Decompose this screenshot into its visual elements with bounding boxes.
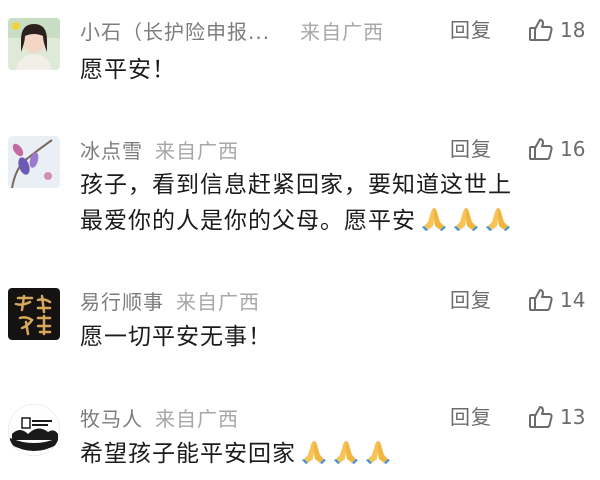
avatar[interactable] [8,404,60,456]
location-label: 来自广西 [300,19,385,44]
reply-button[interactable]: 回复 [450,284,492,316]
thumbs-up-icon [528,287,554,313]
like-button[interactable]: 13 [528,401,585,433]
folded-hands-icon [420,204,448,232]
nickname[interactable]: 易行顺事 [80,286,164,315]
like-button[interactable]: 16 [528,133,585,165]
comment-text: 愿一切平安无事！ [80,319,580,355]
like-count: 18 [560,18,586,42]
like-count: 16 [560,137,586,161]
location-label: 来自广西 [155,138,239,163]
like-button[interactable]: 18 [528,14,585,46]
nickname[interactable]: 冰点雪 [80,135,143,164]
reply-button[interactable]: 回复 [450,14,492,46]
comment-header: 冰点雪 来自广西 [80,133,239,165]
comment-text: 希望孩子能平安回家 [80,436,580,472]
like-count: 14 [560,288,586,312]
comment-line-text: 最爱你的人是你的父母。愿平安 [80,208,416,234]
comment-list: 小石（长护险申报... 来自广西 回复 18 愿平安！ 冰点雪 来自广西 回复 … [0,0,600,480]
thumbs-up-icon [528,17,554,43]
folded-hands-icon [484,204,512,232]
comment-line: 孩子，看到信息赶紧回家，要知道这世上 [80,172,512,198]
comment-text: 孩子，看到信息赶紧回家，要知道这世上 最爱你的人是你的父母。愿平安 [80,167,580,239]
comment-line: 最爱你的人是你的父母。愿平安 [80,203,580,239]
thumbs-up-icon [528,136,554,162]
avatar[interactable] [8,18,60,70]
comment-header: 易行顺事 来自广西 [80,284,260,316]
avatar[interactable] [8,288,60,340]
nickname[interactable]: 小石（长护险申报... [80,16,270,45]
reply-button[interactable]: 回复 [450,133,492,165]
avatar[interactable] [8,136,60,188]
thumbs-up-icon [528,404,554,430]
like-button[interactable]: 14 [528,284,585,316]
location-label: 来自广西 [155,406,239,431]
comment-line: 愿平安！ [80,57,176,83]
comment-line-text: 希望孩子能平安回家 [80,441,296,467]
comment-text: 愿平安！ [80,52,580,88]
like-count: 13 [560,405,586,429]
folded-hands-icon [364,437,392,465]
location-label: 来自广西 [176,289,260,314]
comment-line: 愿一切平安无事！ [80,324,272,350]
folded-hands-icon [300,437,328,465]
folded-hands-icon [332,437,360,465]
nickname[interactable]: 牧马人 [80,403,143,432]
comment-line: 希望孩子能平安回家 [80,436,580,472]
reply-button[interactable]: 回复 [450,401,492,433]
comment-header: 牧马人 来自广西 [80,401,239,433]
comment-header: 小石（长护险申报... 来自广西 [80,14,384,46]
folded-hands-icon [452,204,480,232]
